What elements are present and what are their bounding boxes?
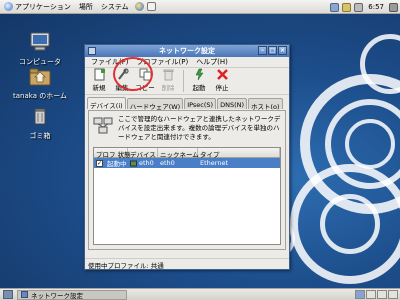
- show-desktop-icon[interactable]: [3, 290, 13, 299]
- minimize-button[interactable]: –: [258, 46, 267, 55]
- volume-icon[interactable]: [354, 2, 364, 12]
- workspace-3[interactable]: [377, 290, 387, 299]
- workspace-switcher: [355, 290, 398, 299]
- clock[interactable]: 6:57: [366, 3, 386, 11]
- device-status: 起動中: [107, 160, 127, 168]
- copy-button[interactable]: コピー: [135, 68, 155, 92]
- desktop-icon-label: tanaka のホーム: [13, 92, 67, 100]
- network-config-icon: [21, 291, 28, 298]
- device-nickname: eth0: [160, 159, 175, 167]
- tab-hardware[interactable]: ハードウェア(W): [126, 98, 184, 111]
- user-switcher-icon[interactable]: [389, 2, 398, 12]
- maximize-button[interactable]: □: [268, 46, 277, 55]
- copy-icon: [139, 68, 151, 81]
- devices-description: ここで管理的なハードウェアと連携したネットワークデバイスを設定出来ます。複数の論…: [89, 111, 285, 145]
- tab-dns[interactable]: DNS(N): [217, 98, 248, 109]
- home-folder-icon: [29, 68, 51, 86]
- menu-help[interactable]: ヘルプ(H): [192, 57, 232, 67]
- devices-panel: ここで管理的なハードウェアと連携したネットワークデバイスを設定出来ます。複数の論…: [88, 110, 286, 250]
- table-row[interactable]: ✓ 起動中 eth0 eth0 Ethernet: [94, 158, 280, 168]
- menu-profile[interactable]: プロファイル(P): [133, 57, 193, 67]
- window-menu-icon[interactable]: [88, 47, 96, 55]
- window-toolbar: 新規 編集 コピー 削除 起動 停止: [85, 68, 289, 95]
- window-menubar: ファイル(F) プロファイル(P) ヘルプ(H): [85, 57, 289, 68]
- new-icon: [94, 68, 105, 81]
- edit-icon: [117, 68, 129, 80]
- network-icon[interactable]: [330, 2, 340, 12]
- network-config-window: ネットワーク設定 – □ × ファイル(F) プロファイル(P) ヘルプ(H) …: [84, 44, 290, 270]
- window-title: ネットワーク設定: [159, 47, 215, 55]
- device-type: Ethernet: [200, 159, 228, 167]
- tab-devices[interactable]: デバイス(i): [87, 97, 126, 110]
- distro-logo-icon: [4, 2, 13, 11]
- deactivate-button[interactable]: 停止: [212, 68, 232, 92]
- tab-hosts[interactable]: ホスト(o): [248, 98, 283, 111]
- workspace-2[interactable]: [366, 290, 376, 299]
- activate-button[interactable]: 起動: [189, 68, 209, 92]
- applications-menu[interactable]: アプリケーション: [0, 2, 75, 12]
- devices-description-text: ここで管理的なハードウェアと連携したネットワークデバイスを設定出来ます。複数の論…: [118, 115, 281, 141]
- ethernet-card-icon: [130, 160, 137, 166]
- device-list: プロフ 状態 デバイス ニックネーム タイプ ✓ 起動中 eth0 eth0 E…: [93, 147, 281, 245]
- desktop-icon-computer[interactable]: コンピュータ: [10, 32, 70, 67]
- workspace-1[interactable]: [355, 290, 365, 299]
- top-panel: アプリケーション 場所 システム 6:57: [0, 0, 400, 14]
- delete-button[interactable]: 削除: [158, 68, 178, 92]
- device-list-header: プロフ 状態 デバイス ニックネーム タイプ: [94, 148, 280, 159]
- desktop-icon-home[interactable]: tanaka のホーム: [10, 66, 70, 101]
- column-header-device[interactable]: デバイス: [128, 148, 158, 159]
- close-button[interactable]: ×: [278, 46, 287, 55]
- trash-icon: [34, 108, 46, 125]
- column-header-profile-status[interactable]: プロフ 状態: [94, 148, 131, 159]
- desktop-icon-trash[interactable]: ゴミ箱: [10, 106, 70, 141]
- update-notifier-icon[interactable]: [342, 2, 352, 12]
- tab-ipsec[interactable]: IPsec(S): [184, 98, 217, 109]
- workspace-4[interactable]: [388, 290, 398, 299]
- delete-icon: [163, 69, 173, 81]
- network-devices-icon: [93, 117, 113, 134]
- device-name: eth0: [139, 159, 154, 167]
- computer-icon: [30, 32, 50, 51]
- bottom-panel: ネットワーク設定: [0, 288, 400, 300]
- deactivate-icon: [216, 69, 228, 80]
- profile-checkbox[interactable]: ✓: [96, 159, 103, 167]
- system-menu[interactable]: システム: [97, 2, 133, 12]
- new-button[interactable]: 新規: [89, 68, 109, 92]
- menu-file[interactable]: ファイル(F): [87, 57, 133, 67]
- mail-launcher-icon[interactable]: [146, 2, 156, 11]
- tab-bar: デバイス(i) ハードウェア(W) IPsec(S) DNS(N) ホスト(o): [85, 95, 289, 111]
- web-browser-launcher-icon[interactable]: [134, 2, 144, 11]
- toolbar-separator: [183, 70, 184, 92]
- column-header-type[interactable]: タイプ: [198, 148, 280, 159]
- window-statusbar: 使用中プロファイル: 共通: [85, 258, 289, 270]
- edit-button[interactable]: 編集: [112, 68, 132, 92]
- places-menu[interactable]: 場所: [75, 2, 97, 12]
- window-titlebar[interactable]: ネットワーク設定 – □ ×: [85, 45, 289, 57]
- desktop-icon-label: ゴミ箱: [29, 132, 51, 140]
- taskbar-item-network-config[interactable]: ネットワーク設定: [17, 289, 127, 300]
- system-tray: 6:57: [330, 1, 398, 13]
- column-header-nickname[interactable]: ニックネーム: [158, 148, 199, 159]
- activate-icon: [195, 68, 203, 81]
